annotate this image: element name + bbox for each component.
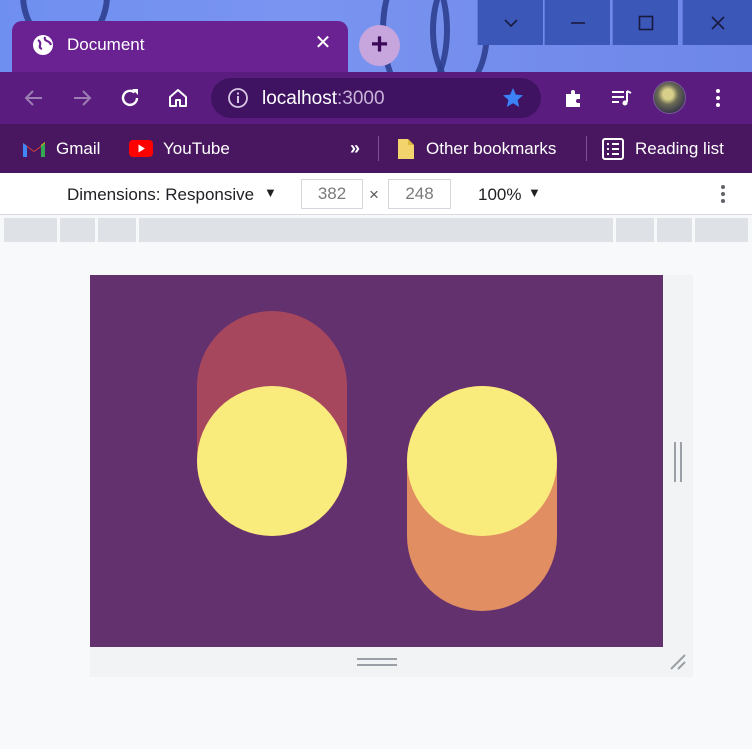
close-icon[interactable]: ✕ bbox=[312, 32, 334, 54]
back-arrow-icon bbox=[24, 90, 42, 106]
home-icon bbox=[169, 89, 187, 107]
media-query-bar bbox=[4, 218, 748, 242]
dimensions-dropdown[interactable]: Dimensions: Responsive bbox=[67, 185, 254, 205]
tab-search-button[interactable] bbox=[477, 0, 543, 45]
media-queue-icon bbox=[612, 90, 632, 106]
media-query-segment[interactable] bbox=[139, 218, 613, 242]
extensions-icon bbox=[566, 90, 580, 107]
bookmark-label: Gmail bbox=[56, 138, 101, 158]
bookmark-label: YouTube bbox=[163, 138, 230, 158]
close-window-button[interactable] bbox=[682, 0, 752, 45]
minimize-button[interactable] bbox=[544, 0, 610, 45]
new-tab-button[interactable]: + bbox=[359, 25, 400, 66]
device-toolbar: Dimensions: Responsive ▼ 382 × 248 100% … bbox=[0, 173, 752, 215]
resize-handle-right[interactable] bbox=[663, 275, 693, 647]
emulated-viewport-area bbox=[0, 243, 752, 749]
bookmarks-overflow-button[interactable]: » bbox=[350, 124, 360, 173]
url-text: localhost:3000 bbox=[262, 88, 385, 110]
forward-arrow-icon bbox=[74, 90, 92, 106]
url-port: :3000 bbox=[337, 88, 385, 109]
tab-strip: Document ✕ + bbox=[0, 0, 752, 72]
info-icon[interactable] bbox=[227, 87, 249, 109]
divider bbox=[378, 136, 379, 161]
avatar[interactable] bbox=[653, 81, 686, 114]
youtube-icon bbox=[129, 140, 153, 157]
left-circle bbox=[197, 386, 347, 536]
caret-down-icon[interactable]: ▼ bbox=[264, 185, 277, 200]
media-query-segment[interactable] bbox=[60, 218, 95, 242]
back-button[interactable] bbox=[20, 84, 48, 112]
star-icon[interactable] bbox=[501, 86, 525, 110]
bookmark-label: Other bookmarks bbox=[426, 138, 557, 158]
resize-handle-bottom[interactable] bbox=[90, 647, 663, 677]
menu-button[interactable] bbox=[704, 84, 732, 112]
forward-button[interactable] bbox=[68, 84, 96, 112]
plus-icon: + bbox=[370, 28, 389, 61]
menu-icon bbox=[716, 89, 720, 107]
maximize-icon bbox=[638, 15, 653, 30]
reload-icon bbox=[121, 89, 139, 107]
page-viewport bbox=[90, 275, 663, 647]
bookmark-folder-other[interactable]: Other bookmarks bbox=[396, 124, 556, 173]
page-canvas bbox=[197, 311, 557, 611]
media-query-segment[interactable] bbox=[4, 218, 57, 242]
bookmark-label: Reading list bbox=[635, 138, 724, 158]
tab-title: Document bbox=[67, 35, 145, 54]
media-query-segment[interactable] bbox=[657, 218, 692, 242]
times-label: × bbox=[369, 185, 379, 204]
minimize-icon bbox=[570, 21, 585, 24]
caret-down-icon[interactable]: ▼ bbox=[528, 185, 541, 200]
media-query-segment[interactable] bbox=[98, 218, 136, 242]
media-queue-button[interactable] bbox=[607, 84, 635, 112]
right-circle bbox=[407, 386, 557, 536]
maximize-button[interactable] bbox=[612, 0, 678, 45]
bookmarks-bar: Gmail YouTube » Other bookmarks Reading … bbox=[0, 124, 752, 173]
grip-icon bbox=[357, 658, 397, 666]
media-query-segment[interactable] bbox=[695, 218, 748, 242]
browser-toolbar: localhost:3000 bbox=[0, 72, 752, 124]
globe-icon bbox=[32, 34, 54, 56]
url-host: localhost bbox=[262, 88, 337, 109]
height-input[interactable]: 248 bbox=[388, 179, 451, 209]
bookmark-gmail[interactable]: Gmail bbox=[22, 124, 100, 173]
more-options-icon[interactable] bbox=[717, 183, 729, 205]
bookmark-youtube[interactable]: YouTube bbox=[129, 124, 230, 173]
folder-icon bbox=[396, 138, 416, 160]
reading-list-icon bbox=[601, 137, 625, 160]
close-icon bbox=[710, 15, 725, 30]
tab-document[interactable]: Document ✕ bbox=[12, 21, 348, 72]
zoom-dropdown[interactable]: 100% bbox=[478, 185, 521, 205]
extensions-button[interactable] bbox=[560, 84, 588, 112]
chevron-down-icon bbox=[503, 18, 518, 27]
resize-corner-icon bbox=[670, 654, 686, 670]
width-input[interactable]: 382 bbox=[301, 179, 363, 209]
gmail-icon bbox=[22, 140, 46, 158]
home-button[interactable] bbox=[164, 84, 192, 112]
media-query-segment[interactable] bbox=[616, 218, 654, 242]
resize-handle-corner[interactable] bbox=[663, 647, 693, 677]
address-bar[interactable]: localhost:3000 bbox=[211, 78, 541, 118]
reload-button[interactable] bbox=[116, 84, 144, 112]
grip-icon bbox=[674, 442, 682, 482]
divider bbox=[586, 136, 587, 161]
reading-list-button[interactable]: Reading list bbox=[601, 124, 724, 173]
